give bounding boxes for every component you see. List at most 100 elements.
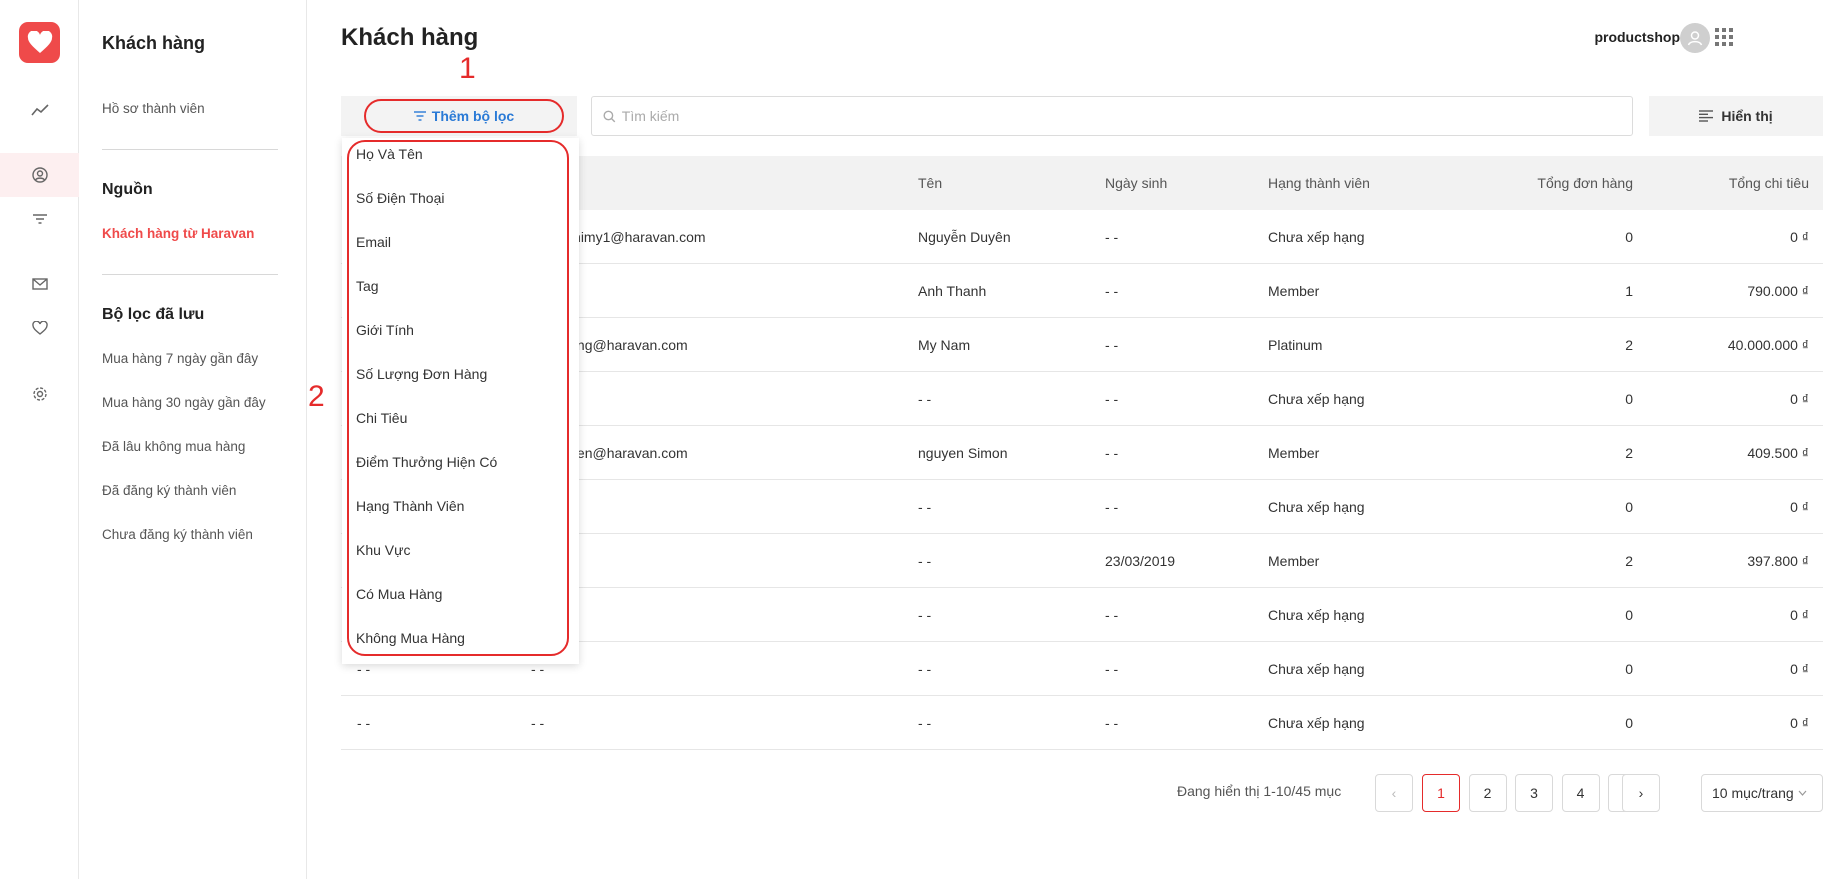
cell-dob: 23/03/2019 bbox=[1105, 553, 1176, 569]
cell-name: nguyen Simon bbox=[918, 445, 1008, 461]
page-button[interactable]: 3 bbox=[1515, 774, 1553, 812]
nav-divider bbox=[102, 149, 278, 150]
main-content: Khách hàng productshop 1 2 Thêm bộ lọc H… bbox=[307, 0, 1846, 879]
search-box[interactable] bbox=[591, 96, 1633, 136]
annotation-highlight-frame bbox=[347, 140, 569, 656]
saved-filter-item[interactable]: Đã lâu không mua hàng bbox=[102, 439, 245, 454]
cell-spent: 0 ₫ bbox=[1790, 391, 1809, 407]
annotation-1: 1 bbox=[459, 52, 476, 85]
cell-spent: 0 ₫ bbox=[1790, 661, 1809, 677]
cell-orders: 0 bbox=[1625, 229, 1633, 245]
nav-item-haravan-customers[interactable]: Khách hàng từ Haravan bbox=[102, 226, 254, 241]
nav-item-member-profile[interactable]: Hồ sơ thành viên bbox=[102, 101, 205, 116]
add-filter-label: Thêm bộ lọc bbox=[431, 108, 515, 124]
cell-dob: - - bbox=[1105, 283, 1119, 299]
saved-filter-item[interactable]: Đã đăng ký thành viên bbox=[102, 483, 236, 498]
mail-icon[interactable] bbox=[0, 262, 79, 306]
next-page-button[interactable]: › bbox=[1622, 774, 1660, 812]
display-button[interactable]: Hiển thị bbox=[1649, 96, 1823, 136]
avatar[interactable] bbox=[1680, 23, 1710, 53]
cell-name: Anh Thanh bbox=[918, 283, 987, 299]
cell-tier: Member bbox=[1268, 445, 1320, 461]
cell-name: - - bbox=[918, 661, 932, 677]
cell-spent: 409.500 ₫ bbox=[1747, 445, 1809, 461]
cell-tier: Member bbox=[1268, 283, 1320, 299]
filter-icon bbox=[413, 111, 426, 121]
chart-line-icon[interactable] bbox=[0, 88, 79, 132]
cell-spent: 397.800 ₫ bbox=[1747, 553, 1809, 569]
per-page-select[interactable]: 10 mục/trang bbox=[1701, 774, 1823, 812]
cell-name: - - bbox=[918, 391, 932, 407]
cell-tier: Platinum bbox=[1268, 337, 1323, 353]
cell-dob: - - bbox=[1105, 661, 1119, 677]
table-row[interactable]: - - - - - - - - Chưa xếp hạng 0 0 ₫ bbox=[341, 696, 1823, 750]
annotation-2: 2 bbox=[308, 380, 325, 413]
page-button[interactable]: 2 bbox=[1468, 774, 1507, 812]
add-filter-button[interactable]: Thêm bộ lọc bbox=[364, 99, 564, 133]
heart-logo-icon[interactable] bbox=[19, 22, 60, 63]
column-header-spent[interactable]: Tổng chi tiêu bbox=[1641, 156, 1809, 210]
column-header-tier[interactable]: Hạng thành viên bbox=[1268, 156, 1370, 210]
cell-orders: 0 bbox=[1625, 715, 1633, 731]
cell-name: - - bbox=[918, 715, 932, 731]
user-circle-icon[interactable] bbox=[0, 153, 79, 197]
cell-orders: 1 bbox=[1625, 283, 1633, 299]
cell-orders: 2 bbox=[1625, 445, 1633, 461]
cell-dob: - - bbox=[1105, 229, 1119, 245]
cell-dob: - - bbox=[1105, 607, 1119, 623]
column-header-name[interactable]: Tên bbox=[918, 156, 942, 210]
cell-tier: Chưa xếp hạng bbox=[1268, 391, 1365, 407]
cell-spent: 0 ₫ bbox=[1790, 607, 1809, 623]
align-left-icon bbox=[1699, 110, 1714, 122]
cell-spent: 790.000 ₫ bbox=[1747, 283, 1809, 299]
cell-orders: 0 bbox=[1625, 391, 1633, 407]
column-header-orders[interactable]: Tổng đơn hàng bbox=[1451, 156, 1633, 210]
cell-spent: 0 ₫ bbox=[1790, 715, 1809, 731]
cell-orders: 0 bbox=[1625, 499, 1633, 515]
nav-title: Khách hàng bbox=[102, 33, 206, 53]
column-header-dob[interactable]: Ngày sinh bbox=[1105, 156, 1167, 210]
page-button[interactable]: 4 bbox=[1561, 774, 1600, 812]
filter-icon[interactable] bbox=[0, 197, 79, 241]
search-input[interactable] bbox=[621, 108, 1632, 124]
saved-filter-item[interactable]: Mua hàng 7 ngày gần đây bbox=[102, 351, 258, 366]
cell-dob: - - bbox=[1105, 445, 1119, 461]
cell-orders: 2 bbox=[1625, 553, 1633, 569]
per-page-value: 10 mục/trang bbox=[1712, 785, 1794, 801]
cell-tier: Chưa xếp hạng bbox=[1268, 715, 1365, 731]
cell-orders: 0 bbox=[1625, 661, 1633, 677]
cell-tier: Chưa xếp hạng bbox=[1268, 661, 1365, 677]
secondary-nav: Khách hàng Hồ sơ thành viên Nguồn Khách … bbox=[79, 0, 307, 879]
gear-icon[interactable] bbox=[0, 372, 79, 416]
page-button[interactable]: 1 bbox=[1422, 774, 1460, 812]
saved-filter-item[interactable]: Mua hàng 30 ngày gần đây bbox=[102, 395, 266, 410]
cell-orders: 2 bbox=[1625, 337, 1633, 353]
cell-tier: Member bbox=[1268, 553, 1320, 569]
display-label: Hiển thị bbox=[1721, 108, 1773, 124]
nav-divider bbox=[102, 274, 278, 275]
cell-name: - - bbox=[918, 607, 932, 623]
saved-filter-item[interactable]: Chưa đăng ký thành viên bbox=[102, 527, 253, 542]
cell-name: My Nam bbox=[918, 337, 971, 353]
prev-page-button[interactable]: ‹ bbox=[1375, 774, 1413, 812]
shop-name[interactable]: productshop bbox=[1594, 29, 1680, 45]
cell-email: - - bbox=[531, 715, 545, 731]
apps-grid-icon[interactable] bbox=[1715, 28, 1733, 51]
cell-dob: - - bbox=[1105, 391, 1119, 407]
search-icon bbox=[603, 110, 616, 122]
cell-tier: Chưa xếp hạng bbox=[1268, 607, 1365, 623]
cell-tier: Chưa xếp hạng bbox=[1268, 229, 1365, 245]
page-title: Khách hàng bbox=[341, 24, 479, 51]
pagination-info: Đang hiển thị 1-10/45 mục bbox=[1177, 783, 1342, 799]
chevron-down-icon bbox=[1798, 790, 1807, 796]
cell-col1: - - bbox=[357, 715, 371, 731]
nav-group-source: Nguồn bbox=[102, 181, 153, 198]
nav-group-saved-filters: Bộ lọc đã lưu bbox=[102, 306, 205, 323]
cell-spent: 0 ₫ bbox=[1790, 499, 1809, 515]
cell-name: - - bbox=[918, 553, 932, 569]
icon-rail bbox=[0, 0, 79, 879]
cell-orders: 0 bbox=[1625, 607, 1633, 623]
cell-spent: 40.000.000 ₫ bbox=[1727, 337, 1809, 353]
cell-name: Nguyễn Duyên bbox=[918, 229, 1011, 245]
heart-icon[interactable] bbox=[0, 306, 79, 350]
